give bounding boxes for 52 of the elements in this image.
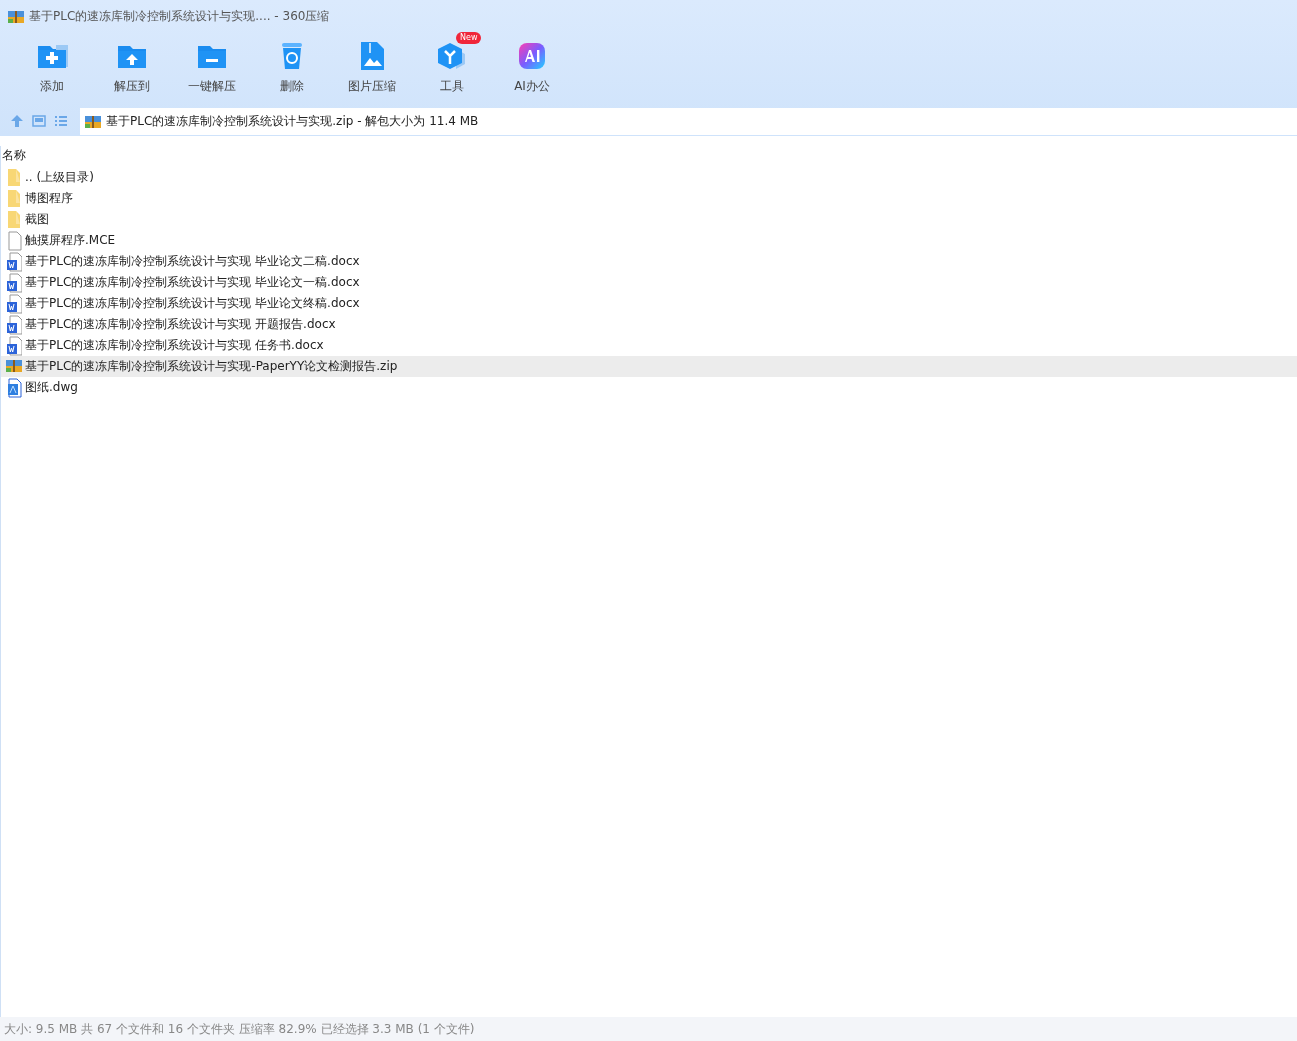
file-row[interactable]: 基于PLC的速冻库制冷控制系统设计与实现 毕业论文一稿.docx [1,272,1297,293]
file-row[interactable]: .. (上级目录) [1,167,1297,188]
file-name: 基于PLC的速冻库制冷控制系统设计与实现 开题报告.docx [25,316,336,333]
file-row[interactable]: 图纸.dwg [1,377,1297,398]
file-name: .. (上级目录) [25,169,94,186]
document-icon [6,230,22,251]
word-document-icon [6,314,22,335]
tools-button[interactable]: New 工具 [412,32,492,106]
file-name: 图纸.dwg [25,379,78,396]
file-name: 基于PLC的速冻库制冷控制系统设计与实现 毕业论文终稿.docx [25,295,360,312]
ai-logo-icon [516,40,548,72]
file-row[interactable]: 基于PLC的速冻库制冷控制系统设计与实现-PaperYY论文检测报告.zip [1,356,1297,377]
extract-button[interactable]: 解压到 [92,32,172,106]
up-arrow-icon[interactable] [10,114,24,128]
folder-icon [6,209,22,230]
word-document-icon [6,251,22,272]
file-row[interactable]: 基于PLC的速冻库制冷控制系统设计与实现 毕业论文终稿.docx [1,293,1297,314]
file-row[interactable]: 基于PLC的速冻库制冷控制系统设计与实现 开题报告.docx [1,314,1297,335]
archive-path: 基于PLC的速冻库制冷控制系统设计与实现.zip - 解包大小为 11.4 MB [106,112,479,130]
ai-button[interactable]: AI办公 [492,32,572,106]
status-text: 大小: 9.5 MB 共 67 个文件和 16 个文件夹 压缩率 82.9% 已经选择 3.3 MB (1 个文件) [0,1017,1297,1041]
file-name: 基于PLC的速冻库制冷控制系统设计与实现-PaperYY论文检测报告.zip [25,358,398,375]
file-name: 触摸屏程序.MCE [25,232,116,249]
window-title: 基于PLC的速冻库制冷控制系统设计与实现.... - 360压缩 [29,7,330,25]
file-name: 截图 [25,211,49,228]
thumbnail-view-icon[interactable] [32,114,46,128]
archive-icon [85,113,101,129]
word-document-icon [6,272,22,293]
file-row[interactable]: 博图程序 [1,188,1297,209]
image-button[interactable]: 图片压缩 [332,32,412,106]
quick-button[interactable]: 一键解压 [172,32,252,106]
new-badge: New [456,32,482,44]
file-name: 基于PLC的速冻库制冷控制系统设计与实现 毕业论文二稿.docx [25,253,360,270]
file-row[interactable]: 基于PLC的速冻库制冷控制系统设计与实现 毕业论文二稿.docx [1,251,1297,272]
file-row[interactable]: 触摸屏程序.MCE [1,230,1297,251]
column-header[interactable]: 名称 [1,146,1297,167]
delete-button[interactable]: 删除 [252,32,332,106]
word-document-icon [6,293,22,314]
address-bar[interactable]: 基于PLC的速冻库制冷控制系统设计与实现.zip - 解包大小为 11.4 MB [80,107,1297,135]
word-document-icon [6,335,22,356]
file-name: 基于PLC的速冻库制冷控制系统设计与实现 任务书.docx [25,337,324,354]
drawing-file-icon [6,377,22,398]
archive-icon [8,8,24,24]
file-row[interactable]: 基于PLC的速冻库制冷控制系统设计与实现 任务书.docx [1,335,1297,356]
file-name: 基于PLC的速冻库制冷控制系统设计与实现 毕业论文一稿.docx [25,274,360,291]
folder-icon [6,188,22,209]
file-row[interactable]: 截图 [1,209,1297,230]
file-name: 博图程序 [25,190,73,207]
folder-icon [6,167,22,188]
hexagon-icon [436,40,468,72]
list-view-icon[interactable] [54,114,68,128]
add-button[interactable]: 添加 [12,32,92,106]
